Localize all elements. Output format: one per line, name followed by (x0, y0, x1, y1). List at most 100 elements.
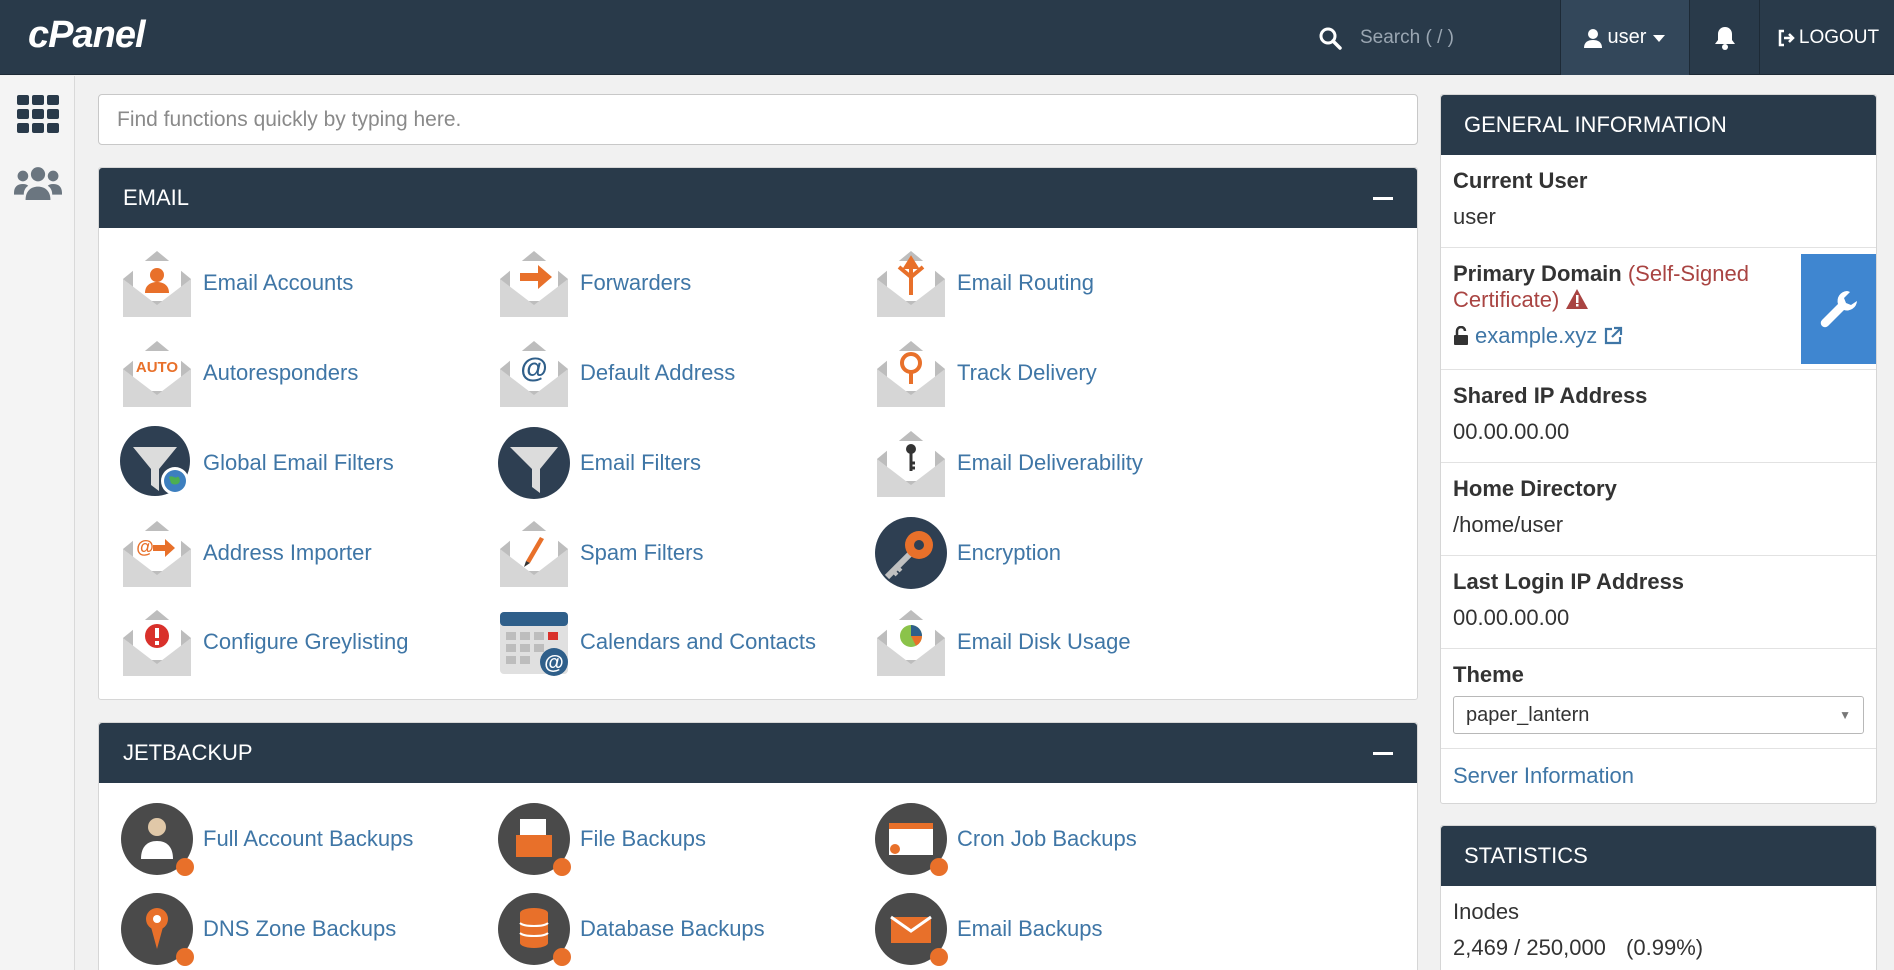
global-email-filters-link[interactable]: Global Email Filters (119, 425, 394, 501)
warning-icon (1566, 289, 1589, 309)
address-importer-icon: @ (123, 521, 191, 587)
logout-button[interactable]: LOGOUT (1762, 0, 1894, 75)
cron-job-backups-link[interactable]: Cron Job Backups (873, 801, 1137, 877)
primary-domain-link[interactable]: example.xyz (1475, 323, 1597, 349)
track-delivery-icon (877, 341, 945, 407)
primary-domain-row: Primary Domain (Self-Signed Certificate)… (1441, 248, 1876, 370)
theme-select[interactable]: paper_lantern ▼ (1453, 696, 1864, 734)
search-icon (1319, 27, 1342, 50)
collapse-icon[interactable] (1373, 196, 1393, 200)
greylisting-icon (123, 610, 191, 676)
configure-greylisting-link[interactable]: Configure Greylisting (119, 604, 408, 680)
server-information-link[interactable]: Server Information (1453, 763, 1634, 788)
encryption-icon (875, 517, 947, 589)
track-delivery-link[interactable]: Track Delivery (873, 335, 1097, 411)
email-deliverability-link[interactable]: Email Deliverability (873, 425, 1143, 501)
inodes-percent: (0.99%) (1626, 935, 1704, 960)
file-backups-label: File Backups (580, 826, 706, 851)
file-backups-link[interactable]: File Backups (496, 801, 706, 877)
encryption-label: Encryption (957, 540, 1061, 565)
wrench-icon (1820, 291, 1857, 328)
email-backups-label: Email Backups (957, 916, 1103, 941)
general-information-title: GENERAL INFORMATION (1441, 95, 1876, 155)
left-rail (0, 76, 75, 970)
autoresponders-icon: AUTO (123, 341, 191, 407)
autoresponders-link[interactable]: AUTO Autoresponders (119, 335, 358, 411)
dns-zone-backups-link[interactable]: DNS Zone Backups (119, 891, 396, 967)
user-name: user (1607, 26, 1647, 48)
top-search[interactable] (1318, 0, 1558, 75)
email-deliverability-icon (877, 431, 945, 497)
cron-job-backups-label: Cron Job Backups (957, 826, 1137, 851)
statistics-title: STATISTICS (1441, 826, 1876, 886)
notifications-button[interactable] (1690, 0, 1760, 75)
autoresponders-label: Autoresponders (203, 360, 359, 385)
email-filters-icon (498, 427, 570, 499)
forwarders-link[interactable]: Forwarders (496, 245, 691, 321)
database-backups-icon (498, 893, 571, 966)
theme-select-value: paper_lantern (1466, 703, 1590, 726)
email-disk-usage-label: Email Disk Usage (957, 629, 1131, 654)
dns-zone-backups-icon (121, 893, 194, 966)
default-address-label: Default Address (580, 360, 736, 385)
external-link-icon[interactable] (1603, 326, 1623, 346)
cron-job-backups-icon (875, 803, 948, 876)
full-account-backups-icon (121, 803, 194, 876)
theme-label: Theme (1453, 662, 1524, 687)
email-filters-link[interactable]: Email Filters (496, 425, 701, 501)
jetbackup-panel-title: JETBACKUP (123, 740, 253, 765)
collapse-icon[interactable] (1373, 751, 1393, 755)
dns-zone-backups-label: DNS Zone Backups (203, 916, 397, 941)
spam-filters-link[interactable]: Spam Filters (496, 515, 703, 591)
cpanel-logo[interactable]: cPanel (28, 14, 146, 57)
primary-domain-label-group: Primary Domain (Self-Signed Certificate) (1453, 261, 1786, 313)
email-backups-link[interactable]: Email Backups (873, 891, 1103, 967)
email-panel-header[interactable]: EMAIL (99, 168, 1417, 228)
database-backups-label: Database Backups (580, 916, 765, 941)
svg-text:@: @ (520, 352, 547, 383)
calendars-contacts-icon: @ (500, 612, 568, 676)
statistics-panel: STATISTICS Inodes 2,469 / 250,000 (0.99%… (1440, 825, 1877, 970)
inodes-value: 2,469 / 250,000 (1453, 935, 1606, 960)
inodes-label: Inodes (1453, 899, 1520, 924)
email-routing-icon (877, 251, 945, 317)
address-importer-link[interactable]: @ Address Importer (119, 515, 372, 591)
full-account-backups-link[interactable]: Full Account Backups (119, 801, 413, 877)
current-user-value: user (1453, 204, 1496, 229)
primary-domain-label: Primary Domain (1453, 261, 1622, 286)
top-search-input[interactable] (1360, 26, 1550, 49)
function-search-input[interactable] (98, 94, 1418, 145)
bell-icon (1714, 26, 1735, 50)
spam-filters-icon (500, 521, 568, 587)
logout-icon (1778, 29, 1795, 46)
track-delivery-label: Track Delivery (957, 360, 1097, 385)
calendars-contacts-link[interactable]: @ Calendars and Contacts (496, 604, 816, 680)
global-email-filters-icon (120, 426, 190, 496)
home-directory-value: /home/user (1453, 512, 1564, 537)
general-information-panel: GENERAL INFORMATION Current User user Pr… (1440, 94, 1877, 804)
spam-filters-label: Spam Filters (580, 540, 704, 565)
user-menu-button[interactable]: user (1560, 0, 1690, 75)
email-accounts-label: Email Accounts (203, 270, 354, 295)
email-filters-label: Email Filters (580, 450, 702, 475)
user-icon (1583, 28, 1602, 48)
full-account-backups-label: Full Account Backups (203, 826, 414, 851)
home-directory-row: Home Directory /home/user (1441, 463, 1876, 556)
email-routing-link[interactable]: Email Routing (873, 245, 1094, 321)
email-accounts-link[interactable]: Email Accounts (119, 245, 353, 321)
email-disk-usage-icon (877, 610, 945, 676)
database-backups-link[interactable]: Database Backups (496, 891, 765, 967)
address-importer-label: Address Importer (203, 540, 372, 565)
jetbackup-panel: JETBACKUP Full Account Backups File Back… (98, 722, 1418, 970)
default-address-link[interactable]: @ Default Address (496, 335, 735, 411)
jetbackup-panel-header[interactable]: JETBACKUP (99, 723, 1417, 783)
inodes-line: 2,469 / 250,000 (0.99%) (1453, 935, 1864, 961)
users-button[interactable] (14, 160, 62, 208)
email-disk-usage-link[interactable]: Email Disk Usage (873, 604, 1131, 680)
select-arrow-icon: ▼ (1839, 708, 1851, 722)
domain-settings-button[interactable] (1801, 254, 1876, 364)
email-panel: EMAIL Email Accounts Forwarders Email Ro… (98, 167, 1418, 700)
encryption-link[interactable]: Encryption (873, 515, 1061, 591)
server-info-row: Server Information (1441, 749, 1876, 803)
tools-grid-button[interactable] (14, 90, 62, 138)
